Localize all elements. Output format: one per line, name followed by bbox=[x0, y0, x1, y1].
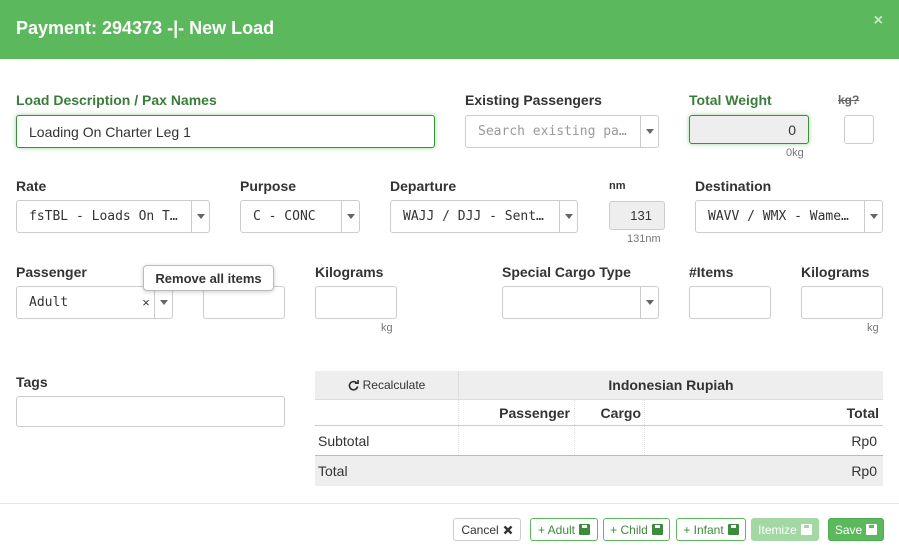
save-button[interactable]: Save bbox=[828, 518, 884, 541]
departure-value: WAJJ / DJJ - Sent… bbox=[403, 209, 544, 224]
clear-icon[interactable]: × bbox=[138, 295, 154, 310]
add-adult-button[interactable]: + Adult bbox=[530, 518, 598, 541]
special-cargo-select[interactable] bbox=[502, 286, 659, 319]
itemize-button[interactable]: Itemize bbox=[751, 518, 819, 541]
total-weight-label: Total Weight bbox=[689, 92, 772, 108]
tags-label: Tags bbox=[16, 374, 48, 390]
floppy-disk-icon bbox=[727, 524, 739, 535]
kg-toggle-label: kg? bbox=[838, 93, 860, 107]
chevron-down-icon[interactable] bbox=[191, 201, 209, 232]
itemize-label: Itemize bbox=[758, 522, 797, 537]
passenger-value: Adult bbox=[29, 295, 69, 310]
remove-all-items-tooltip: Remove all items bbox=[143, 265, 274, 291]
destination-value: WAVV / WMX - Wame… bbox=[708, 209, 849, 224]
total-value: Rp0 bbox=[851, 463, 877, 479]
currency-header: Indonesian Rupiah bbox=[608, 377, 734, 393]
kilograms-input[interactable] bbox=[315, 286, 397, 319]
add-child-label: + Child bbox=[610, 522, 648, 537]
floppy-disk-icon bbox=[800, 524, 812, 535]
recalculate-button[interactable]: Recalculate bbox=[315, 371, 459, 399]
items-label: #Items bbox=[689, 264, 734, 280]
kilograms-unit: kg bbox=[381, 322, 393, 334]
floppy-disk-icon bbox=[579, 524, 591, 535]
departure-label: Departure bbox=[390, 178, 457, 194]
floppy-disk-icon bbox=[651, 524, 663, 535]
items-input[interactable] bbox=[689, 286, 771, 319]
nm-input: 131 bbox=[609, 201, 665, 230]
floppy-disk-icon bbox=[866, 524, 878, 535]
special-cargo-label: Special Cargo Type bbox=[502, 264, 631, 280]
total-weight-unit: 0kg bbox=[786, 147, 804, 159]
column-total: Total bbox=[846, 404, 879, 421]
cancel-label: Cancel bbox=[461, 522, 499, 537]
nm-label: nm bbox=[609, 180, 626, 192]
purpose-select[interactable]: C - CONC bbox=[240, 200, 360, 233]
purpose-value: C - CONC bbox=[253, 209, 316, 224]
column-blank bbox=[315, 400, 459, 425]
rate-label: Rate bbox=[16, 178, 47, 194]
existing-passengers-placeholder: Search existing pa… bbox=[478, 124, 627, 139]
kg-toggle-checkbox[interactable] bbox=[844, 115, 874, 144]
total-weight-input: 0 bbox=[689, 115, 809, 144]
subtotal-total: Rp0 bbox=[851, 432, 877, 449]
chevron-down-icon[interactable] bbox=[640, 287, 658, 318]
kilograms2-label: Kilograms bbox=[801, 264, 870, 280]
existing-passengers-label: Existing Passengers bbox=[465, 92, 602, 108]
chevron-down-icon[interactable] bbox=[559, 201, 577, 232]
add-infant-label: + Infant bbox=[683, 522, 724, 537]
total-label: Total bbox=[318, 463, 348, 479]
rate-select[interactable]: fsTBL - Loads On T… bbox=[16, 200, 210, 233]
kilograms-label: Kilograms bbox=[315, 264, 384, 280]
table-row: Total Rp0 bbox=[315, 456, 883, 486]
chevron-down-icon[interactable] bbox=[640, 116, 658, 147]
chevron-down-icon[interactable] bbox=[341, 201, 359, 232]
add-adult-label: + Adult bbox=[537, 522, 576, 537]
cancel-button[interactable]: Cancel bbox=[453, 518, 521, 541]
rate-value: fsTBL - Loads On T… bbox=[29, 209, 178, 224]
column-passenger: Passenger bbox=[459, 400, 575, 425]
table-row: Subtotal Rp0 bbox=[315, 426, 883, 456]
existing-passengers-select[interactable]: Search existing pa… bbox=[465, 115, 659, 148]
subtotal-label: Subtotal bbox=[315, 426, 459, 455]
chevron-down-icon[interactable] bbox=[864, 201, 882, 232]
modal-header: Payment: 294373 -|- New Load × bbox=[0, 0, 899, 59]
table-columns-row: Passenger Cargo Total bbox=[315, 400, 883, 426]
table-header-row: Recalculate Indonesian Rupiah bbox=[315, 371, 883, 400]
nm-unit: 131nm bbox=[627, 233, 661, 245]
modal-title: Payment: 294373 -|- New Load bbox=[16, 18, 275, 38]
kilograms2-input[interactable] bbox=[801, 286, 883, 319]
chevron-down-icon[interactable] bbox=[154, 287, 172, 318]
refresh-icon bbox=[348, 379, 359, 391]
purpose-label: Purpose bbox=[240, 178, 297, 194]
destination-label: Destination bbox=[695, 178, 772, 194]
add-infant-button[interactable]: + Infant bbox=[676, 518, 746, 541]
close-icon[interactable]: × bbox=[874, 12, 883, 30]
column-cargo: Cargo bbox=[575, 400, 645, 425]
x-icon bbox=[503, 525, 513, 534]
destination-select[interactable]: WAVV / WMX - Wame… bbox=[695, 200, 883, 233]
recalculate-label: Recalculate bbox=[362, 378, 426, 392]
tags-input[interactable] bbox=[16, 396, 285, 427]
add-child-button[interactable]: + Child bbox=[603, 518, 670, 541]
passenger-label: Passenger bbox=[16, 264, 87, 280]
save-label: Save bbox=[834, 522, 863, 537]
departure-select[interactable]: WAJJ / DJJ - Sent… bbox=[390, 200, 578, 233]
subtotal-cargo bbox=[575, 426, 645, 455]
load-description-input[interactable]: Loading On Charter Leg 1 bbox=[16, 115, 435, 148]
kilograms2-unit: kg bbox=[867, 322, 879, 334]
subtotal-passenger bbox=[459, 426, 575, 455]
footer-divider bbox=[0, 503, 899, 504]
load-description-label: Load Description / Pax Names bbox=[16, 92, 217, 108]
